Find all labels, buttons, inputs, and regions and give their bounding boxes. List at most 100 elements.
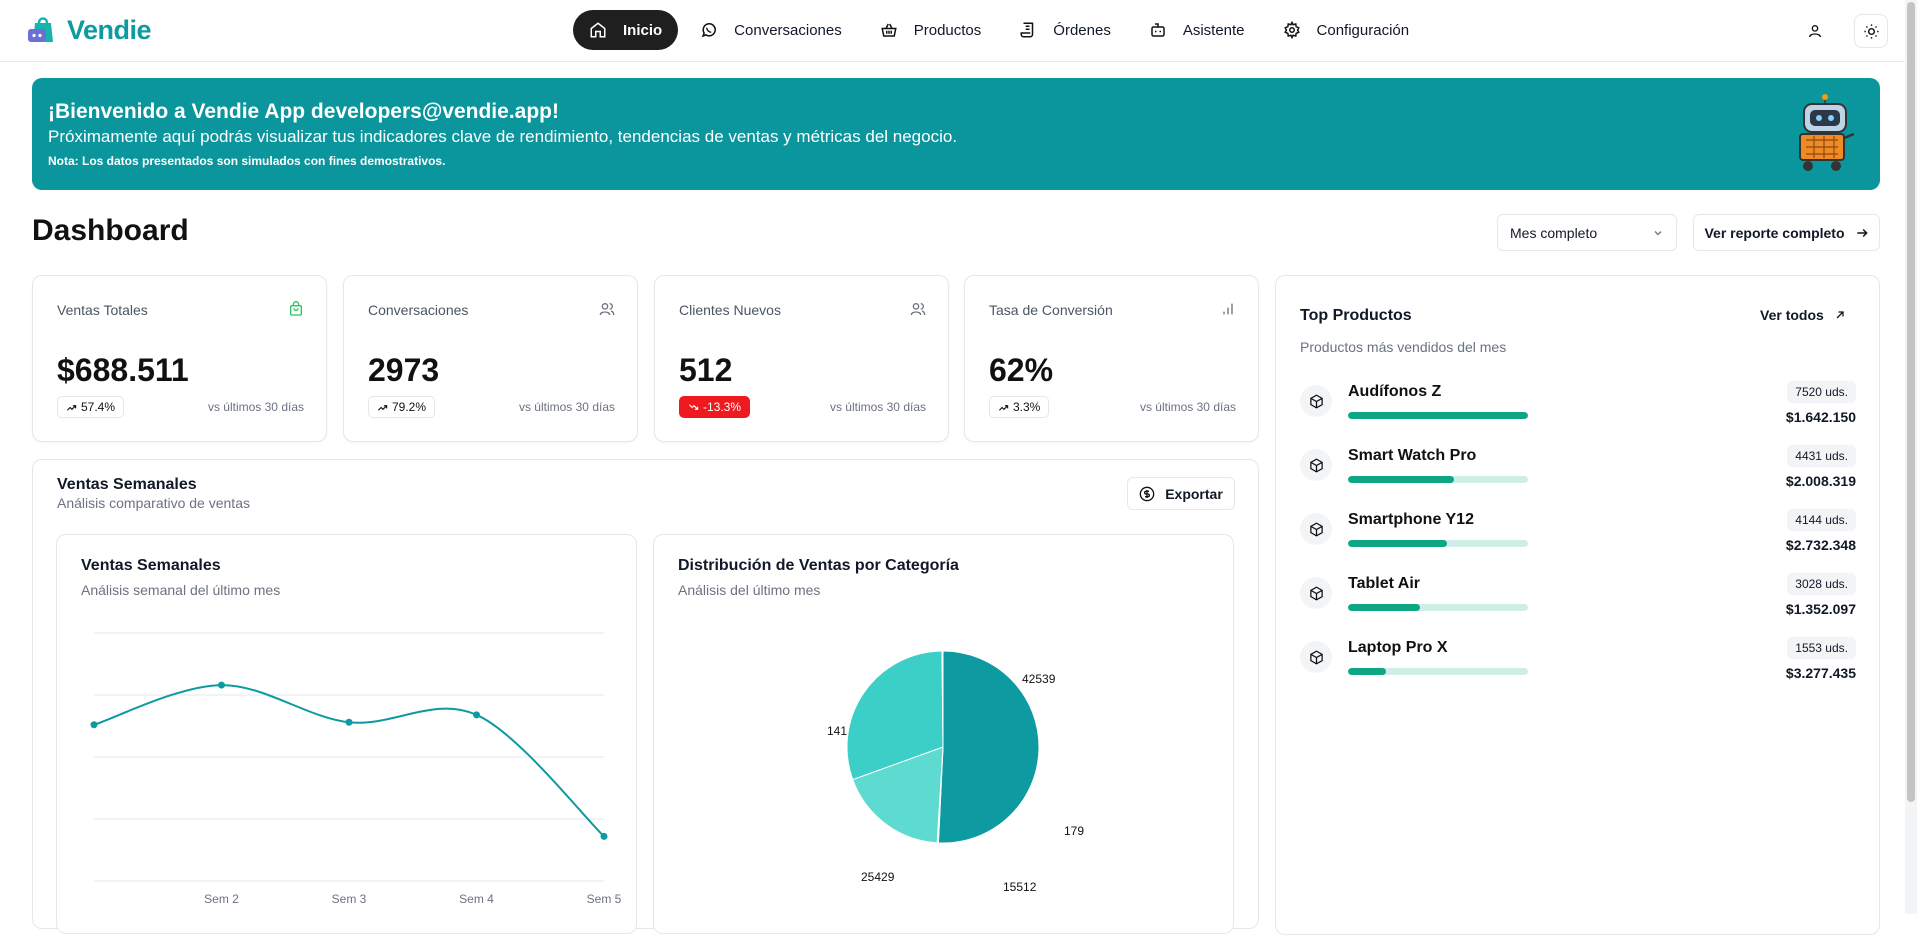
product-row[interactable]: Tablet Air 3028 uds. $1.352.097	[1300, 573, 1856, 629]
stat-label: Conversaciones	[368, 302, 469, 318]
main-nav: Inicio Conversaciones Productos Órdenes …	[573, 10, 1425, 50]
welcome-banner: ¡Bienvenido a Vendie App developers@vend…	[32, 78, 1880, 190]
data-point	[218, 681, 225, 689]
stat-card-conversaciones: Conversaciones 2973 79.2% vs últimos 30 …	[343, 275, 638, 442]
product-sales-bar-fill	[1348, 412, 1528, 419]
whatsapp-icon	[701, 23, 717, 38]
product-sales-bar	[1348, 668, 1528, 675]
dollar-circle-icon	[1139, 486, 1155, 501]
weekly-line-chart-card: Ventas Semanales Análisis semanal del úl…	[56, 534, 637, 934]
users-icon	[910, 303, 926, 316]
user-button[interactable]	[1800, 16, 1830, 46]
page-title: Dashboard	[32, 214, 189, 247]
category-pie-chart-card: Distribución de Ventas por Categoría Aná…	[653, 534, 1234, 934]
product-row[interactable]: Smart Watch Pro 4431 uds. $2.008.319	[1300, 445, 1856, 501]
stat-label: Ventas Totales	[57, 302, 148, 318]
banner-title: ¡Bienvenido a Vendie App developers@vend…	[48, 100, 559, 123]
trending-up-icon	[66, 404, 77, 411]
nav-item-configuracion[interactable]: Configuración	[1267, 10, 1426, 50]
pie-data-label: 141	[827, 724, 847, 738]
product-sales-bar-fill	[1348, 476, 1455, 483]
export-button[interactable]: Exportar	[1127, 477, 1235, 510]
bar-chart-icon	[1223, 303, 1233, 315]
trending-up-icon	[377, 404, 388, 411]
view-all-label: Ver todos	[1760, 307, 1824, 323]
banner-subtitle: Próximamente aquí podrás visualizar tus …	[48, 127, 958, 146]
nav-item-conversaciones[interactable]: Conversaciones	[684, 10, 858, 50]
scrollbar-thumb[interactable]	[1907, 2, 1915, 802]
stat-value: 62%	[989, 352, 1054, 388]
stat-value: 2973	[368, 352, 440, 388]
x-tick-label: Sem 5	[587, 892, 622, 906]
nav-label: Configuración	[1316, 21, 1410, 39]
stat-change-value: 57.4%	[81, 400, 116, 414]
product-name: Laptop Pro X	[1348, 639, 1448, 656]
product-row[interactable]: Smartphone Y12 4144 uds. $2.732.348	[1300, 509, 1856, 565]
users-icon	[599, 303, 615, 316]
package-icon	[1300, 577, 1332, 609]
chart-title: Ventas Semanales	[81, 557, 221, 574]
product-name: Audífonos Z	[1348, 383, 1442, 400]
panel-subtitle: Análisis comparativo de ventas	[57, 495, 250, 511]
shopping-bag-icon	[290, 301, 302, 316]
nav-item-productos[interactable]: Productos	[864, 10, 998, 50]
robot-cart-illustration	[1799, 94, 1855, 171]
stat-comparison: vs últimos 30 días	[518, 400, 615, 414]
banner-note: Nota: Los datos presentados son simulado…	[48, 154, 446, 168]
trending-down-icon	[688, 403, 699, 410]
period-select[interactable]: Mes completo	[1497, 214, 1677, 251]
trending-up-icon	[998, 404, 1009, 411]
stat-value: $688.511	[57, 352, 189, 388]
nav-label: Productos	[913, 21, 982, 39]
nav-label: Conversaciones	[734, 21, 842, 39]
product-sales-bar-fill	[1348, 540, 1447, 547]
package-icon	[1300, 385, 1332, 417]
stat-card-ventas-totales: Ventas Totales $688.511 57.4% vs últimos…	[32, 275, 327, 442]
page-scrollbar[interactable]	[1905, 0, 1917, 914]
pie-data-label: 179	[1064, 824, 1084, 838]
sun-icon	[1863, 23, 1879, 39]
product-units-badge: 4431 uds.	[1787, 445, 1856, 467]
product-row[interactable]: Laptop Pro X 1553 uds. $3.277.435	[1300, 637, 1856, 693]
stat-change-value: -13.3%	[703, 400, 742, 414]
nav-item-inicio[interactable]: Inicio	[573, 10, 679, 50]
app-logo[interactable]: Vendie	[27, 14, 152, 46]
theme-toggle-button[interactable]	[1854, 14, 1888, 48]
top-products-panel: Top Productos Ver todos Productos más ve…	[1275, 275, 1880, 935]
panel-title: Top Productos	[1300, 307, 1412, 324]
product-amount: $3.277.435	[1785, 665, 1856, 681]
stat-card-clientes-nuevos: Clientes Nuevos 512 -13.3% vs últimos 30…	[654, 275, 949, 442]
package-icon	[1300, 513, 1332, 545]
nav-label: Órdenes	[1053, 21, 1111, 39]
scroll-icon	[1020, 22, 1034, 38]
chevron-down-icon	[1654, 230, 1662, 235]
product-name: Smart Watch Pro	[1348, 447, 1477, 464]
stat-comparison: vs últimos 30 días	[207, 400, 304, 414]
top-navbar: Vendie Inicio Conversaciones Productos Ó…	[0, 0, 1917, 62]
stat-value: 512	[679, 352, 733, 388]
nav-item-ordenes[interactable]: Órdenes	[1003, 10, 1127, 50]
product-units-badge: 1553 uds.	[1787, 637, 1856, 659]
panel-subtitle: Productos más vendidos del mes	[1300, 339, 1507, 355]
home-icon	[590, 22, 606, 38]
view-all-link[interactable]: Ver todos	[1760, 307, 1846, 323]
pie-data-label: 15512	[1003, 880, 1037, 894]
pie-data-label: 42539	[1022, 672, 1056, 686]
view-full-report-label: Ver reporte completo	[1704, 224, 1845, 241]
shopping-bag-logo-icon	[28, 17, 53, 42]
bot-icon	[1151, 23, 1165, 37]
nav-item-asistente[interactable]: Asistente	[1133, 10, 1261, 50]
product-units-badge: 3028 uds.	[1787, 573, 1856, 595]
product-units-badge: 7520 uds.	[1787, 381, 1856, 403]
user-icon	[1809, 25, 1821, 38]
product-amount: $2.732.348	[1785, 537, 1856, 553]
product-sales-bar	[1348, 604, 1528, 611]
stat-change-badge: 79.2%	[368, 396, 436, 418]
chart-title: Distribución de Ventas por Categoría	[678, 557, 959, 574]
pie-data-label: 25429	[861, 870, 895, 884]
product-row[interactable]: Audífonos Z 7520 uds. $1.642.150	[1300, 381, 1856, 437]
series-line	[93, 684, 605, 838]
product-sales-bar	[1348, 476, 1528, 483]
view-full-report-button[interactable]: Ver reporte completo	[1693, 214, 1880, 251]
stat-change-badge: 57.4%	[57, 396, 125, 418]
